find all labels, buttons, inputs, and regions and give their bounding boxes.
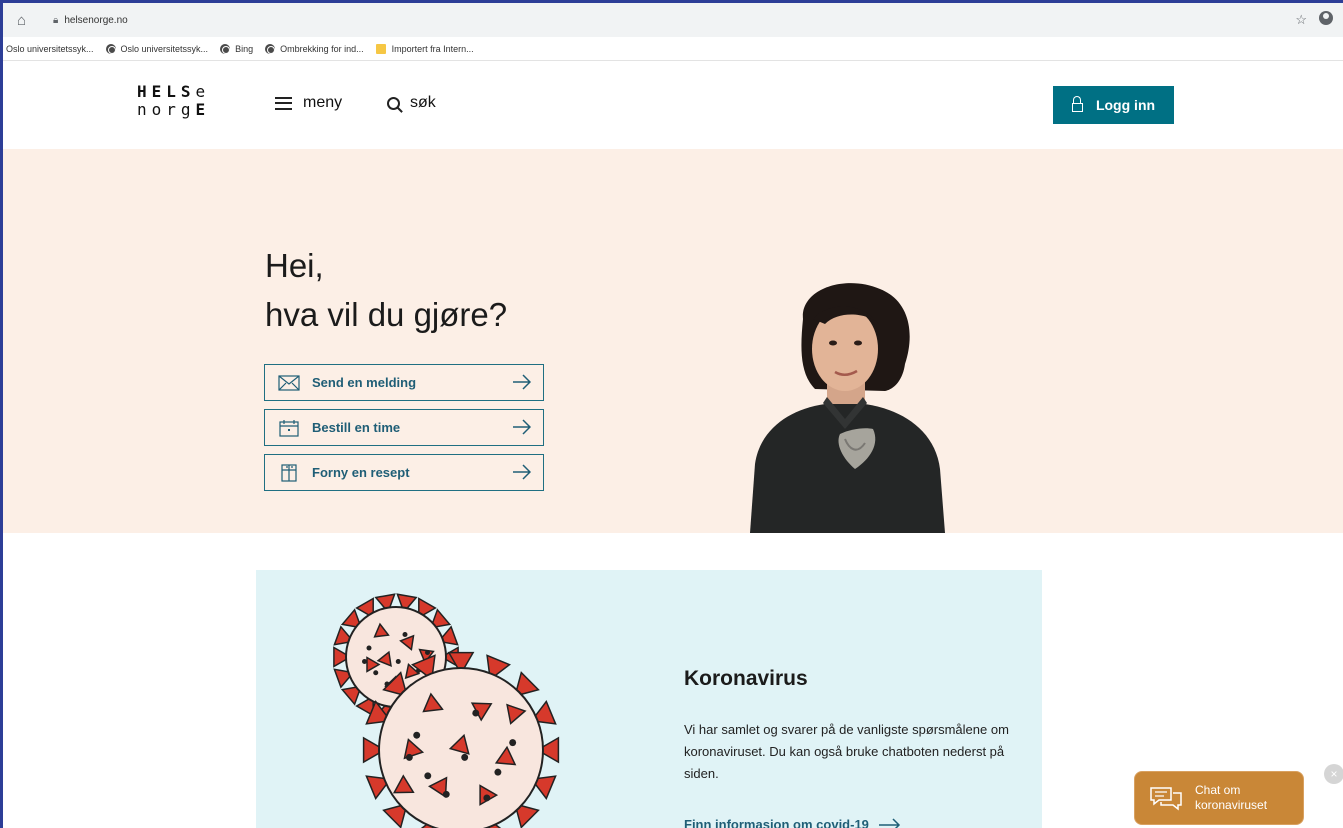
virus-dot <box>494 768 502 776</box>
globe-icon <box>105 43 116 54</box>
profile-icon[interactable] <box>1319 11 1333 25</box>
url-text[interactable]: helsenorge.no <box>64 15 127 26</box>
chat-label: Chat om koronaviruset <box>1195 783 1267 813</box>
logo-text: HELS <box>137 82 196 101</box>
login-label: Logg inn <box>1095 97 1156 113</box>
close-icon[interactable]: × <box>1324 764 1343 784</box>
bookmark-label: Bing <box>235 43 254 54</box>
coronavirus-title: Koronavirus <box>684 667 808 690</box>
virus-dot <box>483 794 491 802</box>
chat-bubbles-icon <box>1150 787 1182 811</box>
lock-icon[interactable]: 🔒︎ <box>53 15 58 26</box>
address-bar: ⌂ 🔒︎ helsenorge.no ☆ <box>3 3 1343 37</box>
menu-label: meny <box>303 94 343 111</box>
logo-text: E <box>195 100 211 119</box>
bookmark-item[interactable]: Oslo universitetssyk... <box>6 44 94 54</box>
calendar-icon <box>279 419 299 437</box>
bookmark-item[interactable]: Ombrekking for ind... <box>265 43 364 54</box>
covid-info-link-label: Finn informasjon om covid-19 <box>684 817 869 828</box>
action-label: Send en melding <box>312 375 417 390</box>
virus-dot <box>402 632 408 637</box>
book-appointment-button[interactable]: Bestill en time <box>264 409 544 446</box>
virus-dot <box>366 645 372 651</box>
virus-dot <box>442 790 450 798</box>
action-label: Bestill en time <box>312 420 401 435</box>
renew-prescription-button[interactable]: Forny en resept <box>264 454 544 491</box>
bookmark-label: Ombrekking for ind... <box>280 43 364 54</box>
send-message-button[interactable]: Send en melding <box>264 364 544 401</box>
lock-icon <box>1071 96 1083 112</box>
hamburger-icon <box>275 96 292 110</box>
chat-label-line: koronaviruset <box>1195 798 1268 812</box>
bookmark-item[interactable]: Importert fra Intern... <box>375 43 474 54</box>
virus-dot <box>425 650 430 655</box>
action-label: Forny en resept <box>312 465 410 480</box>
corona-chat-button[interactable]: Chat om koronaviruset <box>1134 771 1304 825</box>
search-label: søk <box>410 94 436 111</box>
bookmarks-bar: Oslo universitetssyk... Oslo universitet… <box>3 37 1343 61</box>
home-icon[interactable]: ⌂ <box>17 12 39 29</box>
arrow-right-icon <box>878 817 900 828</box>
globe-icon <box>265 43 276 54</box>
hero-title-line: Hei, <box>265 247 324 284</box>
arrow-right-icon <box>513 374 531 390</box>
chat-label-line: Chat om <box>1195 783 1241 797</box>
hero-title-line: hva vil du gjøre? <box>265 296 508 333</box>
bookmark-star-icon[interactable]: ☆ <box>1295 12 1307 28</box>
virus-dot <box>373 670 379 676</box>
bookmark-item[interactable]: Bing <box>220 43 254 54</box>
folder-icon <box>375 43 386 54</box>
bookmark-label: Oslo universitetssyk... <box>120 43 209 54</box>
search-button[interactable]: søk <box>387 94 436 112</box>
menu-button[interactable]: meny <box>275 94 342 112</box>
browser-window: ⌂ 🔒︎ helsenorge.no ☆ Oslo universitetssy… <box>0 0 1343 828</box>
globe-icon <box>220 43 231 54</box>
hero-title: Hei, hva vil du gjøre? <box>265 241 507 339</box>
logo-text: norg <box>137 100 196 119</box>
virus-dot <box>362 659 367 664</box>
virus-dot <box>424 772 432 780</box>
hero-section: Hei, hva vil du gjøre? Send en melding B… <box>3 149 1343 533</box>
site-header: HELSe norgE meny søk Logg inn <box>3 61 1343 149</box>
virus-dot <box>472 709 480 717</box>
virus-dot <box>413 731 421 739</box>
virus-dot <box>509 739 517 747</box>
login-button[interactable]: Logg inn <box>1053 86 1174 124</box>
bookmark-label: Importert fra Intern... <box>391 43 474 54</box>
arrow-right-icon <box>513 464 531 480</box>
helsenorge-logo[interactable]: HELSe norgE <box>137 83 210 119</box>
woman-portrait-image <box>750 283 945 533</box>
logo-text: e <box>195 82 211 101</box>
arrow-right-icon <box>513 419 531 435</box>
virus-dot <box>461 753 469 761</box>
prescription-icon <box>281 463 297 482</box>
coronavirus-description: Vi har samlet og svarer på de vanligste … <box>684 722 1009 781</box>
virus-dot <box>395 659 401 664</box>
covid-info-link[interactable]: Finn informasjon om covid-19 <box>684 817 901 828</box>
virus-dot <box>405 753 413 761</box>
bookmark-label: Oslo universitetssyk... <box>6 43 94 54</box>
coronavirus-illustration <box>333 593 560 828</box>
bookmark-item[interactable]: Oslo universitetssyk... <box>105 43 209 54</box>
envelope-icon <box>278 374 300 391</box>
search-icon <box>387 96 400 110</box>
coronavirus-card: Koronavirus Vi har samlet og svarer på d… <box>256 570 1042 828</box>
